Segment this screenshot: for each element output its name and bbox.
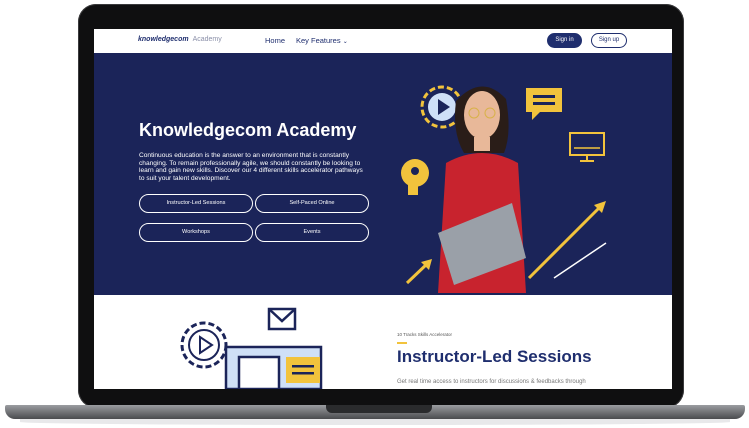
- nav-key-features[interactable]: Key Features ⌄: [296, 36, 348, 45]
- play-icon: [180, 321, 228, 369]
- nav-key-features-label: Key Features: [296, 36, 341, 45]
- envelope-icon: [267, 307, 297, 331]
- sign-up-button[interactable]: Sign up: [591, 33, 627, 48]
- hero-illustration: [401, 85, 607, 293]
- sign-in-button[interactable]: Sign in: [547, 33, 582, 48]
- logo[interactable]: knowledgecom Academy: [138, 36, 222, 43]
- events-button[interactable]: Events: [255, 223, 369, 242]
- section-title: Instructor-Led Sessions: [397, 347, 592, 366]
- nav-home[interactable]: Home: [265, 36, 285, 45]
- hero-section: Knowledgecom Academy Continuous educatio…: [94, 53, 672, 295]
- chat-bubble-icon: [526, 88, 562, 120]
- chat-bubble-icon: [286, 357, 320, 383]
- chevron-down-icon: ⌄: [342, 39, 348, 45]
- self-paced-button[interactable]: Self-Paced Online: [255, 194, 369, 213]
- logo-subtitle: Academy: [192, 36, 222, 43]
- laptop-notch: [326, 405, 432, 413]
- gear-head-icon: [401, 159, 429, 195]
- accent-divider: [397, 342, 407, 344]
- top-nav: knowledgecom Academy Home Key Features ⌄ …: [94, 29, 672, 54]
- section-eyebrow: 10 Tracks Skills Accelerator: [397, 332, 453, 337]
- laptop-shadow: [20, 419, 730, 425]
- hero-title: Knowledgecom Academy: [139, 120, 357, 140]
- course-illustration: [180, 307, 323, 389]
- instructor-led-button[interactable]: Instructor-Led Sessions: [139, 194, 253, 213]
- screen: knowledgecom Academy Home Key Features ⌄ …: [94, 29, 672, 389]
- logo-text: knowledgecom: [138, 36, 189, 43]
- hero-description: Continuous education is the answer to an…: [139, 152, 363, 182]
- course-section: 10 Tracks Skills Accelerator Instructor-…: [94, 295, 672, 389]
- workshops-button[interactable]: Workshops: [139, 223, 253, 242]
- section-description: Get real time access to instructors for …: [397, 379, 586, 385]
- monitor-icon: [569, 132, 605, 162]
